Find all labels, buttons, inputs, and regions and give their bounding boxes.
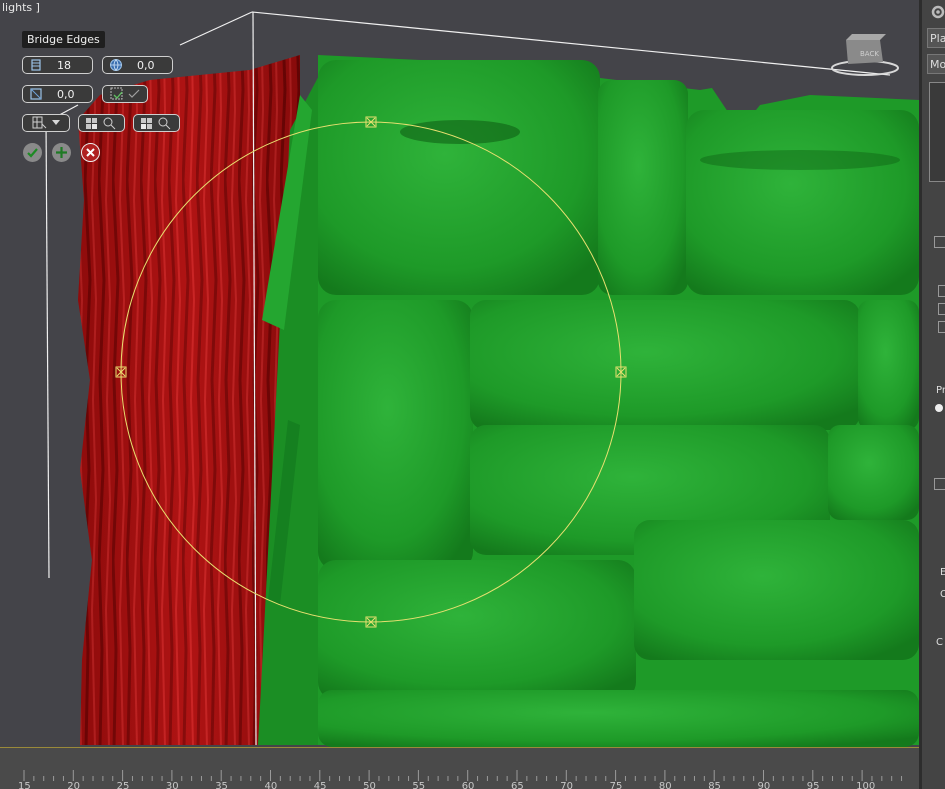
timeline-ruler[interactable]: 15 20 25 30 35 40 45 50 55 60 65 70 75 80 85 90 95 100 [0,748,919,789]
segments-value[interactable]: 18 [57,59,71,72]
segments-icon [31,59,41,71]
green-brick-wall [318,55,919,747]
rollout-collapse-1[interactable] [934,236,945,248]
viewport-label[interactable]: lights ] [0,0,42,15]
ruler-tick-label: 45 [314,781,327,789]
chevron-down-icon [52,120,60,125]
cancel-icon [86,148,95,157]
radio-button[interactable] [935,404,943,412]
apply-icon [56,147,67,158]
gear-icon[interactable] [928,2,945,22]
taper-icon [110,59,122,71]
ok-icon [27,148,38,158]
ok-button[interactable] [23,143,42,162]
bias-spinner[interactable]: 0,0 [22,85,93,103]
ruler-tick-label: 15 [18,781,31,789]
apply-button[interactable] [52,143,71,162]
pick-edge-1-button[interactable] [78,114,125,132]
smooth-icon [110,87,123,100]
object-name-field[interactable]: Pla [927,28,945,48]
caddy-title: Bridge Edges [22,31,105,48]
viewcube-icon[interactable]: BACK [831,34,899,76]
modifier-stack[interactable] [929,82,945,182]
ruler-tick-label: 40 [265,781,278,789]
check-icon [128,89,140,98]
ruler-tick-label: 80 [659,781,672,789]
edge-selection-icon [32,116,47,129]
label-c2: C [936,637,943,648]
pick-edge-1-icon [85,117,115,130]
label-pr: Pr [936,385,945,396]
ruler-tick-label: 100 [856,781,875,789]
ruler-tick-label: 75 [610,781,623,789]
bias-icon [30,88,42,100]
pick-edge-2-icon [140,117,170,130]
ruler-tick-label: 65 [511,781,524,789]
ruler-tick-label: 55 [412,781,425,789]
taper-spinner[interactable]: 0,0 [102,56,173,74]
edge-selection-dropdown[interactable] [22,114,70,132]
svg-text:BACK: BACK [860,50,879,58]
checkbox-3[interactable] [938,321,945,333]
ruler-tick-label: 90 [758,781,771,789]
checkbox-1[interactable] [938,285,945,297]
ruler-tick-label: 85 [708,781,721,789]
rollout-collapse-2[interactable] [934,478,945,490]
ruler-tick-label: 30 [166,781,179,789]
perspective-viewport[interactable]: BACK lights ] Bridge Edges 18 0,0 0,0 [0,0,919,748]
ruler-tick-label: 70 [560,781,573,789]
ruler-tick-label: 25 [117,781,130,789]
label-e: E [940,567,945,578]
command-panel[interactable]: Pla Mo Pr E C C [919,0,945,789]
modifier-list-dropdown[interactable]: Mo [927,54,945,74]
ruler-tick-label: 35 [215,781,228,789]
ruler-tick-label: 95 [807,781,820,789]
cancel-button[interactable] [81,143,100,162]
pick-edge-2-button[interactable] [133,114,180,132]
ruler-tick-label: 20 [67,781,80,789]
smooth-toggle-button[interactable] [102,85,148,103]
segments-spinner[interactable]: 18 [22,56,93,74]
label-c1: C [940,589,945,600]
checkbox-2[interactable] [938,303,945,315]
scene-render[interactable]: BACK [0,0,919,747]
ruler-ticks: 15 20 25 30 35 40 45 50 55 60 65 70 75 80 85 90 95 100 [18,770,903,789]
bias-value[interactable]: 0,0 [57,88,75,101]
ruler-tick-label: 60 [462,781,475,789]
taper-value[interactable]: 0,0 [137,59,155,72]
ruler-tick-label: 50 [363,781,376,789]
